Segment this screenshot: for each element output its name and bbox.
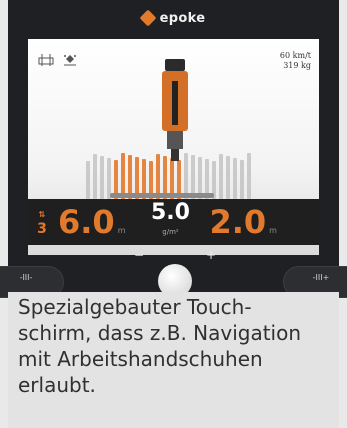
- left-control-label: -III-: [19, 273, 33, 282]
- spread-track: [110, 193, 214, 198]
- dosage-rate[interactable]: 5.0 g/m²: [135, 199, 205, 240]
- right-width-unit: m: [269, 225, 277, 235]
- caption-line: erlaubt.: [18, 373, 96, 397]
- left-width-value[interactable]: 6.0: [58, 203, 115, 241]
- brand-name: epoke: [159, 10, 206, 26]
- caption-box: Spezialgebauter Touch- schirm, dass z.B.…: [8, 292, 339, 428]
- spread-bar: [226, 156, 230, 199]
- spread-bar: [233, 158, 237, 199]
- brand-header: epoke: [8, 0, 339, 36]
- caption-line: Spezialgebauter Touch-: [18, 295, 252, 319]
- right-control-label: -III+: [312, 273, 330, 282]
- caption-line: mit Arbeitshandschuhen: [18, 347, 263, 371]
- left-width-unit: m: [117, 225, 126, 235]
- truck-icon: [162, 59, 188, 161]
- spread-bar: [240, 160, 244, 199]
- level-indicator[interactable]: ⇅ 3: [34, 208, 50, 236]
- plus-icon: +: [206, 248, 217, 262]
- caption-line: schirm, dass z.B. Navigation: [18, 321, 302, 345]
- spread-bar: [86, 161, 90, 199]
- spread-readout: ⇅ 3 6.0 m 5.0 g/m² 2.0 m: [28, 199, 319, 245]
- spread-bar: [219, 154, 223, 199]
- spread-bar: [100, 156, 104, 199]
- level-value: 3: [37, 221, 47, 237]
- rate-value: 5.0: [150, 199, 190, 225]
- spread-bar: [247, 153, 251, 199]
- brand-logo-icon: [139, 9, 157, 27]
- rate-unit: g/m²: [162, 227, 179, 236]
- spreader-controller: epoke 60 km/t 319 kg ⇅ 3 6.0 m 5.0 g/m² …: [0, 0, 347, 298]
- minus-icon: −: [134, 248, 145, 262]
- spread-bar: [93, 154, 97, 199]
- right-width-value[interactable]: 2.0: [209, 203, 266, 241]
- touch-screen[interactable]: 60 km/t 319 kg ⇅ 3 6.0 m 5.0 g/m² 2.0 m: [28, 39, 319, 255]
- level-arrow-icon: ⇅: [38, 210, 46, 219]
- hardware-controls: -III- − + -III+: [0, 248, 347, 298]
